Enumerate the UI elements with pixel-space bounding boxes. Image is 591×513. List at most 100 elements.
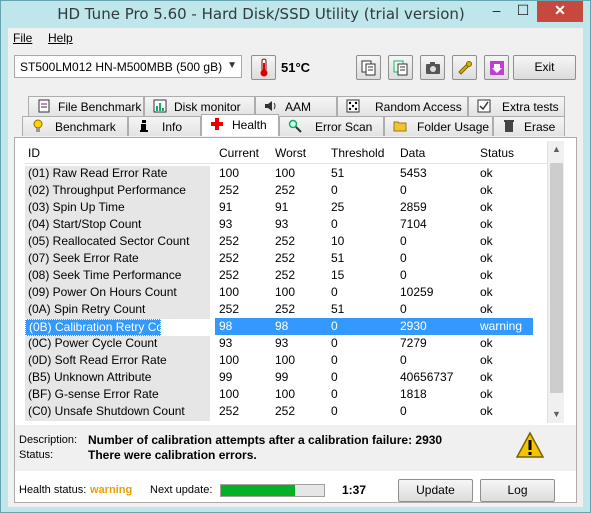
tab-erase[interactable]: Erase [493,116,565,136]
copy-button[interactable] [356,55,381,80]
tab-info-label: Info [162,120,183,134]
table-row[interactable]: (07) Seek Error Rate 252 252 51 0 ok [25,250,547,268]
table-row[interactable]: (04) Start/Stop Count 93 93 0 7104 ok [25,216,547,234]
table-row[interactable]: (02) Throughput Performance 252 252 0 0 ok [25,182,547,200]
table-row[interactable]: (09) Power On Hours Count 100 100 0 10259 ok [25,284,547,302]
cell-threshold: 15 [331,268,345,282]
cell-attr-id: (05) Reallocated Sector Count [25,234,210,251]
table-row[interactable]: (03) Spin Up Time 91 91 25 2859 ok [25,199,547,217]
tools-icon [457,60,472,75]
maximize-button[interactable]: ☐ [510,1,536,22]
column-header-id[interactable]: ID [28,146,40,160]
tab-benchmark[interactable]: Benchmark [22,116,128,136]
detail-area: Description: Number of calibration attem… [15,425,576,471]
screenshot-button[interactable] [420,55,445,80]
table-row[interactable]: (01) Raw Read Error Rate 100 100 51 5453 ok [25,165,547,183]
log-button[interactable]: Log [480,479,555,502]
table-row[interactable]: (B5) Unknown Attribute 99 99 0 40656737 ok [25,369,547,387]
cell-data: 1818 [400,387,427,401]
cell-attr-id: (0C) Power Cycle Count [25,336,210,353]
cell-status: ok [480,404,493,418]
tab-file-benchmark-label: File Benchmark [58,100,142,114]
column-header-data[interactable]: Data [400,146,425,160]
tab-folder-usage[interactable]: Folder Usage [384,116,493,136]
table-row[interactable]: (05) Reallocated Sector Count 252 252 10 0 ok [25,233,547,251]
cell-threshold: 0 [331,285,338,299]
document-icon [38,99,50,113]
cell-status: ok [480,370,493,384]
download-arrow-icon [489,60,504,75]
minimize-button[interactable]: – [483,1,510,22]
exit-button[interactable]: Exit [513,55,576,80]
tab-extra-tests[interactable]: Extra tests [468,96,565,116]
menu-file[interactable]: File [13,31,32,45]
column-header-threshold[interactable]: Threshold [331,146,384,160]
close-button[interactable]: ✕ [537,1,583,22]
cell-current: 91 [219,200,233,214]
tab-error-scan[interactable]: Error Scan [279,116,384,136]
cell-threshold: 51 [331,166,345,180]
cell-status: ok [480,183,493,197]
table-row[interactable]: (08) Seek Time Performance 252 252 15 0 ok [25,267,547,285]
table-row[interactable]: (0D) Soft Read Error Rate 100 100 0 0 ok [25,352,547,370]
cell-attr-id: (08) Seek Time Performance [25,268,210,285]
scroll-up-icon[interactable]: ▲ [548,141,565,158]
tab-random-access[interactable]: Random Access [337,96,468,116]
save-button[interactable] [484,55,509,80]
description-value: Number of calibration attempts after a c… [88,433,443,447]
tab-health[interactable]: Health [201,114,279,136]
cell-threshold: 0 [331,370,338,384]
table-row[interactable]: (0C) Power Cycle Count 93 93 0 7279 ok [25,335,547,353]
lightbulb-icon [33,119,43,132]
table-row[interactable]: (BF) G-sense Error Rate 100 100 0 1818 ok [25,386,547,404]
cell-worst: 100 [275,387,296,401]
window-title: HD Tune Pro 5.60 - Hard Disk/SSD Utility… [57,5,465,23]
drive-select[interactable]: ST500LM012 HN-M500MBB (500 gB) ▼ [14,55,242,78]
tab-info[interactable]: Info [128,116,201,136]
cell-threshold: 0 [331,336,338,350]
dice-grid-icon [346,99,360,113]
tab-aam[interactable]: AAM [255,96,337,116]
column-header-worst[interactable]: Worst [275,146,306,160]
tab-health-label: Health [232,118,267,132]
scroll-thumb[interactable] [550,163,563,393]
copy-all-button[interactable] [388,55,413,80]
cell-worst: 252 [275,234,296,248]
cell-attr-id: (03) Spin Up Time [25,200,210,217]
cell-attr-id: (09) Power On Hours Count [25,285,210,302]
table-row[interactable]: (0B) Calibration Retry Count 98 98 0 2930 war… [25,318,547,336]
cell-status: ok [480,336,493,350]
column-header-status[interactable]: Status [480,146,514,160]
column-header-current[interactable]: Current [219,146,259,160]
cell-attr-id: (0A) Spin Retry Count [25,302,210,319]
table-row[interactable]: (C0) Unsafe Shutdown Count 252 252 0 0 ok [25,403,547,421]
cell-threshold: 51 [331,302,345,316]
table-row[interactable]: (0A) Spin Retry Count 252 252 51 0 ok [25,301,547,319]
scroll-down-icon[interactable]: ▼ [548,406,565,423]
cell-status: ok [480,251,493,265]
cell-current: 252 [219,251,240,265]
cell-threshold: 0 [331,183,338,197]
options-button[interactable] [452,55,477,80]
cell-current: 252 [219,404,240,418]
temperature-button[interactable] [251,55,276,80]
tab-file-benchmark[interactable]: File Benchmark [28,96,144,116]
tab-disk-monitor[interactable]: Disk monitor [144,96,255,116]
update-button[interactable]: Update [398,479,473,502]
smart-table[interactable]: ID Current Worst Threshold Data Status (… [25,141,547,423]
cell-worst: 99 [275,370,289,384]
tab-folder-usage-label: Folder Usage [417,120,490,134]
menu-help[interactable]: Help [48,31,73,45]
tab-random-access-label: Random Access [375,100,462,114]
title-bar[interactable]: HD Tune Pro 5.60 - Hard Disk/SSD Utility… [1,1,590,27]
cell-worst: 252 [275,251,296,265]
status-label: Status: [19,449,54,461]
cell-worst: 100 [275,353,296,367]
menu-help-label: Help [48,31,73,45]
copy-all-icon [393,60,407,75]
next-update-label: Next update: [150,484,213,496]
cell-attr-id: (B5) Unknown Attribute [25,370,210,387]
trash-icon [504,120,514,132]
cell-status: ok [480,285,493,299]
vertical-scrollbar[interactable]: ▲ ▼ [547,141,564,423]
